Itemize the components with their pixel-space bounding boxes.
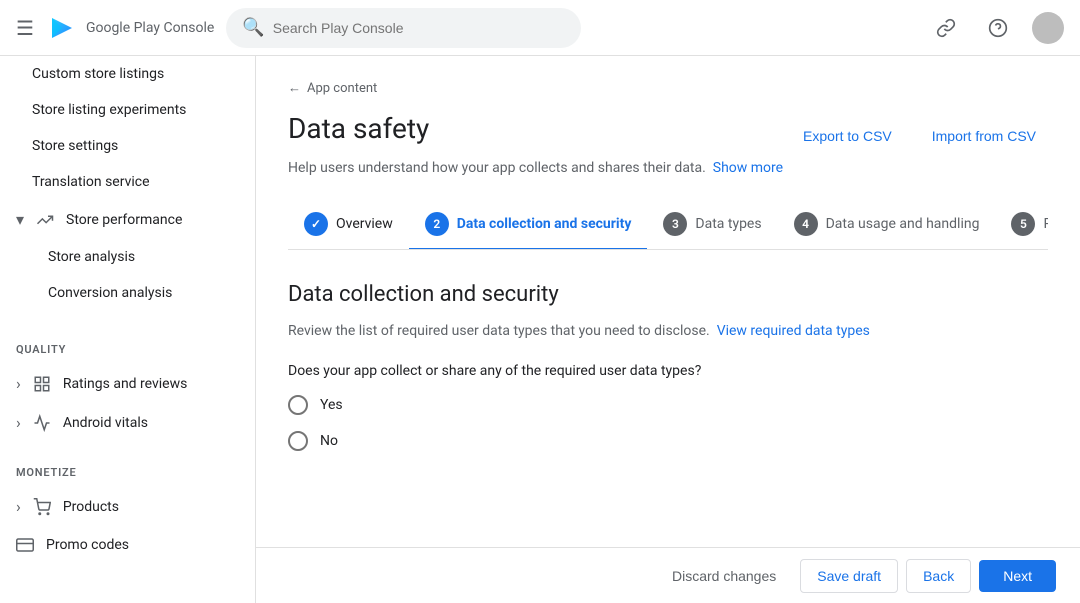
question-text: Does your app collect or share any of th…	[288, 363, 1048, 379]
products-icon	[33, 498, 51, 516]
radio-option-no[interactable]: No	[288, 431, 1048, 451]
expand-icon: ›	[16, 497, 21, 516]
main-area: ← App content Data safety Export to CSV …	[256, 56, 1080, 603]
sidebar-item-store-performance[interactable]: ▾ Store performance	[0, 200, 247, 239]
sidebar-item-store-settings[interactable]: Store settings	[0, 128, 247, 164]
vitals-icon	[33, 414, 51, 432]
step-5-label: Preview	[1043, 216, 1048, 232]
sidebar-item-label: Store performance	[66, 212, 182, 228]
sidebar-item-products[interactable]: › Products	[0, 487, 247, 526]
sidebar-item-android-vitals[interactable]: › Android vitals	[0, 403, 247, 442]
page-title: Data safety	[288, 112, 429, 145]
expand-icon: ›	[16, 413, 21, 432]
avatar[interactable]	[1032, 12, 1064, 44]
step-1-label: Overview	[336, 216, 393, 232]
radio-label-yes: Yes	[320, 397, 343, 413]
section-description: Review the list of required user data ty…	[288, 323, 1048, 339]
sidebar-item-label: Conversion analysis	[48, 285, 172, 301]
radio-group: Yes No	[288, 395, 1048, 451]
step-5-number: 5	[1011, 212, 1035, 236]
sidebar-item-label: Android vitals	[63, 415, 148, 431]
export-csv-button[interactable]: Export to CSV	[791, 120, 904, 152]
save-draft-button[interactable]: Save draft	[800, 559, 898, 593]
radio-label-no: No	[320, 433, 338, 449]
step-overview[interactable]: ✓ Overview	[288, 200, 409, 250]
back-button[interactable]: Back	[906, 559, 971, 593]
page-title-actions: Export to CSV Import from CSV	[791, 120, 1048, 152]
page-title-row: Data safety Export to CSV Import from CS…	[288, 112, 1048, 152]
view-data-types-link[interactable]: View required data types	[717, 323, 870, 339]
sidebar-item-custom-store-listings[interactable]: Custom store listings	[0, 56, 247, 92]
sidebar-item-label: Translation service	[32, 174, 150, 190]
discard-changes-button[interactable]: Discard changes	[656, 560, 792, 592]
sidebar-item-label: Promo codes	[46, 537, 129, 553]
sidebar-item-label: Products	[63, 499, 119, 515]
show-more-link[interactable]: Show more	[713, 160, 783, 176]
promo-icon	[16, 536, 34, 554]
step-2-number: 2	[425, 212, 449, 236]
step-4-label: Data usage and handling	[826, 216, 980, 232]
topbar-actions	[928, 10, 1064, 46]
import-csv-button[interactable]: Import from CSV	[920, 120, 1048, 152]
step-3-label: Data types	[695, 216, 761, 232]
link-icon[interactable]	[928, 10, 964, 46]
monetize-section-header: Monetize	[0, 450, 255, 487]
breadcrumb-label: App content	[307, 81, 377, 96]
step-2-label: Data collection and security	[457, 216, 632, 232]
sidebar-item-translation-service[interactable]: Translation service	[0, 164, 247, 200]
sidebar-item-label: Store analysis	[48, 249, 135, 265]
menu-icon[interactable]: ☰	[16, 16, 34, 40]
radio-circle-no	[288, 431, 308, 451]
sidebar-item-store-analysis[interactable]: Store analysis	[0, 239, 247, 275]
sidebar-item-store-listing-experiments[interactable]: Store listing experiments	[0, 92, 247, 128]
breadcrumb-arrow: ←	[288, 80, 301, 96]
expand-icon: ›	[16, 374, 21, 393]
step-3-number: 3	[663, 212, 687, 236]
search-bar[interactable]: 🔍	[226, 8, 581, 48]
topbar: ☰ Google Play Console 🔍	[0, 0, 1080, 56]
search-icon: 🔍	[242, 17, 264, 38]
quality-section-header: Quality	[0, 327, 255, 364]
next-button[interactable]: Next	[979, 560, 1056, 592]
search-input[interactable]	[273, 20, 565, 36]
step-data-collection[interactable]: 2 Data collection and security	[409, 200, 648, 250]
help-icon[interactable]	[980, 10, 1016, 46]
footer: Discard changes Save draft Back Next	[256, 547, 1080, 603]
play-console-logo-icon	[46, 12, 78, 44]
step-1-number: ✓	[304, 212, 328, 236]
sidebar-item-label: Store listing experiments	[32, 102, 186, 118]
expand-icon: ▾	[16, 210, 24, 229]
sidebar-item-ratings-reviews[interactable]: › Ratings and reviews	[0, 364, 247, 403]
breadcrumb[interactable]: ← App content	[288, 80, 1048, 96]
step-preview[interactable]: 5 Preview	[995, 200, 1048, 250]
trending-icon	[36, 211, 54, 229]
radio-option-yes[interactable]: Yes	[288, 395, 1048, 415]
brand-logo[interactable]: Google Play Console	[46, 12, 214, 44]
brand-name: Google Play Console	[86, 20, 214, 36]
sidebar: Custom store listings Store listing expe…	[0, 56, 256, 603]
step-data-types[interactable]: 3 Data types	[647, 200, 777, 250]
step-4-number: 4	[794, 212, 818, 236]
sidebar-item-label: Custom store listings	[32, 66, 164, 82]
step-data-usage[interactable]: 4 Data usage and handling	[778, 200, 996, 250]
ratings-icon	[33, 375, 51, 393]
steps-bar: ✓ Overview 2 Data collection and securit…	[288, 200, 1048, 250]
page-description: Help users understand how your app colle…	[288, 160, 1048, 176]
layout: Custom store listings Store listing expe…	[0, 56, 1080, 603]
sidebar-item-label: Ratings and reviews	[63, 376, 188, 392]
main-content: ← App content Data safety Export to CSV …	[256, 56, 1080, 547]
radio-circle-yes	[288, 395, 308, 415]
sidebar-item-conversion-analysis[interactable]: Conversion analysis	[0, 275, 247, 311]
sidebar-item-label: Store settings	[32, 138, 118, 154]
sidebar-item-promo-codes[interactable]: Promo codes	[0, 526, 247, 564]
section-title: Data collection and security	[288, 282, 1048, 307]
